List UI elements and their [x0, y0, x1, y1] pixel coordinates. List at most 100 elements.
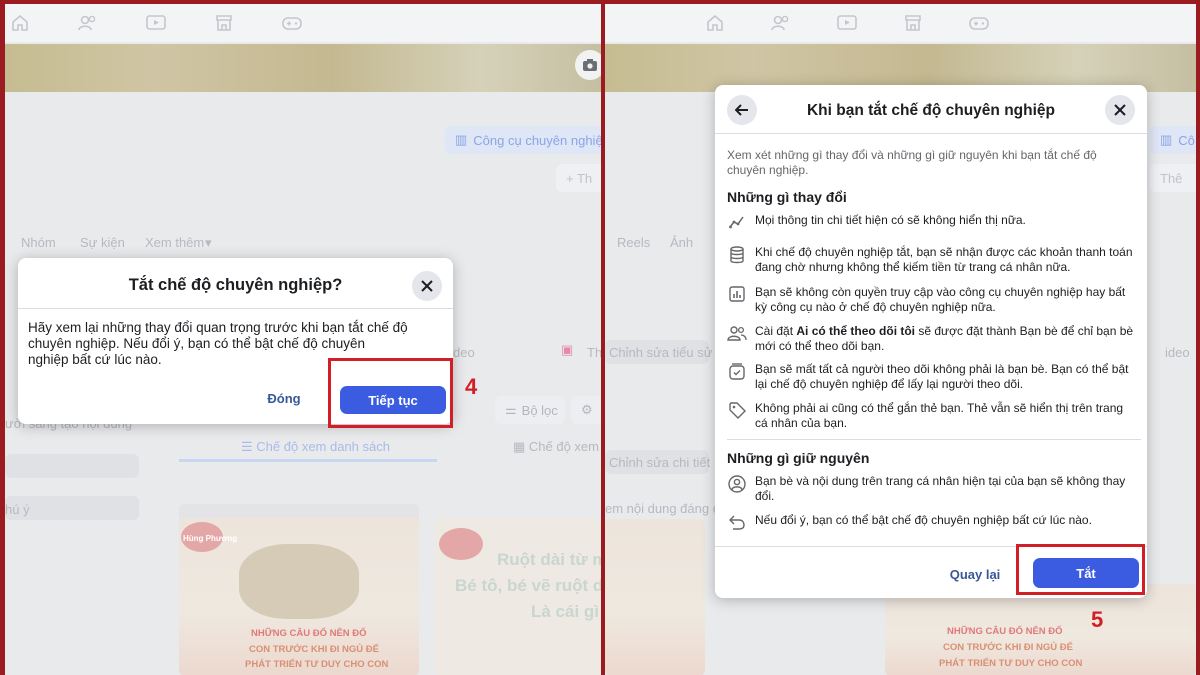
poster-line-1-right: NHỮNG CÂU ĐỐ NÊN ĐỐ — [947, 626, 1063, 637]
edit-details-label: Chỉnh sửa chi tiết — [609, 455, 711, 470]
content-text: em nội dung đáng ch — [605, 501, 727, 516]
list-view-label: Chế độ xem danh sách — [256, 439, 390, 454]
dialog-title-right: Khi bạn tắt chế độ chuyên nghiệp — [806, 102, 1055, 119]
insights-icon — [727, 213, 747, 230]
close-text-button[interactable]: Đóng — [254, 386, 314, 410]
dialog-divider-right — [715, 133, 1147, 134]
chevron-down-icon: ▾ — [205, 235, 212, 250]
change-item-lose-followers: Bạn sẽ mất tất cả người theo dõi không p… — [727, 362, 1137, 392]
reels-partial: Th — [587, 345, 601, 360]
close-icon — [421, 280, 433, 292]
camera-icon[interactable] — [575, 50, 601, 80]
same-text-1: Bạn bè và nội dung trên trang cá nhân hi… — [755, 474, 1126, 503]
video-icon[interactable] — [145, 12, 167, 34]
dialog-divider — [18, 308, 453, 309]
same-item-undo: Nếu đổi ý, bạn có thể bật chế độ chuyên … — [727, 513, 1137, 530]
gaming-icon[interactable] — [281, 12, 303, 34]
list-icon: ☰ — [241, 439, 257, 454]
poster-line-2: CON TRƯỚC KHI ĐI NGỦ ĐỂ — [249, 644, 379, 655]
filter-label: Bộ lọc — [521, 402, 558, 418]
insights-pill-icon-right: ▥ — [1160, 132, 1173, 147]
change-text-1: Mọi thông tin chi tiết hiện có sẽ không … — [755, 213, 1026, 227]
coins-icon — [727, 245, 747, 275]
change-text-4: Cài đặt Ai có thể theo dõi tôi sẽ được đ… — [755, 324, 1137, 354]
friends-icon-right[interactable] — [770, 12, 792, 34]
pro-tools-pill-right[interactable]: ▥ Cô — [1150, 126, 1196, 154]
change-item-tagging: Không phải ai cũng có thể gắn thẻ bạn. T… — [727, 401, 1137, 431]
list-view-tab[interactable]: ☰ Chế độ xem danh sách — [241, 439, 390, 455]
change-text-4-pre: Cài đặt — [755, 324, 797, 338]
close-button[interactable] — [412, 271, 442, 301]
bar-chart-icon — [727, 285, 747, 315]
tab-reels[interactable]: Reels — [617, 235, 650, 250]
video-label: deo — [453, 345, 475, 360]
pro-tools-label-right: Cô — [1178, 132, 1195, 148]
close-button-right[interactable] — [1105, 95, 1135, 125]
post-image-2: Ruột dài từ mũi c Bé tô, bé vẽ ruột dà L… — [435, 518, 601, 675]
same-text-2: Nếu đổi ý, bạn có thể bật chế độ chuyên … — [755, 513, 1092, 527]
people-icon — [727, 324, 747, 354]
add-pill[interactable]: + Th — [556, 164, 601, 192]
change-text-6: Không phải ai cũng có thể gắn thẻ bạn. T… — [755, 401, 1124, 430]
edit-bio-label: Chỉnh sửa tiểu sử — [609, 345, 713, 360]
marketplace-icon[interactable] — [213, 12, 235, 34]
video-icon-right[interactable] — [836, 12, 858, 34]
back-text-button[interactable]: Quay lại — [940, 562, 1010, 586]
highlight-box-turn-off — [1016, 544, 1145, 595]
tab-photos[interactable]: Ảnh — [670, 235, 693, 250]
marketplace-icon-right[interactable] — [902, 12, 924, 34]
poster2-line-3: Là cái gì — [531, 602, 600, 621]
filter-icon: ⚌ — [505, 402, 517, 417]
post-image-1: Hùng Phương NHỮNG CÂU ĐỐ NÊN ĐỐ CON TRƯỚ… — [179, 504, 419, 675]
changes-section-title: Những gì thay đổi — [727, 189, 847, 205]
change-item-followers-setting: Cài đặt Ai có thể theo dõi tôi sẽ được đ… — [727, 324, 1137, 354]
tag-icon — [727, 401, 747, 431]
top-navbar — [5, 4, 601, 42]
who-can-follow-me: Ai có thể theo dõi tôi — [796, 324, 916, 338]
sidebar-block-1 — [5, 454, 139, 478]
tab-groups[interactable]: Nhóm — [21, 235, 56, 250]
post-image-right-1 — [605, 519, 705, 675]
step-number-4: 4 — [465, 374, 478, 399]
pro-tools-label: Công cụ chuyên nghiệp — [473, 132, 601, 148]
pro-tools-pill[interactable]: ▥ Công cụ chuyên nghiệp — [445, 126, 601, 154]
reels-icon: ▣ — [561, 342, 574, 357]
same-section-title: Những gì giữ nguyên — [727, 450, 870, 466]
highlight-box-continue — [328, 358, 453, 428]
same-item-profile: Bạn bè và nội dung trên trang cá nhân hi… — [727, 474, 1137, 504]
section-divider — [727, 439, 1141, 440]
tab-events[interactable]: Sự kiện — [80, 235, 125, 250]
dialog-title: Tắt chế độ chuyên nghiệp? — [128, 276, 343, 294]
cover-photo — [5, 44, 601, 92]
change-text-5: Bạn sẽ mất tất cả người theo dõi không p… — [755, 362, 1129, 391]
active-tab-underline — [179, 459, 437, 462]
tab-more[interactable]: Xem thêm — [145, 235, 204, 250]
poster-line-3-right: PHÁT TRIỂN TƯ DUY CHO CON — [939, 658, 1083, 669]
video-label-right: ideo — [1165, 345, 1190, 360]
change-text-2: Khi chế độ chuyên nghiệp tắt, bạn sẽ nhậ… — [755, 245, 1133, 274]
change-item-insights: Mọi thông tin chi tiết hiện có sẽ không … — [727, 213, 1137, 230]
top-navbar-right — [605, 4, 1196, 42]
gaming-icon-right[interactable] — [968, 12, 990, 34]
add-label-right: Thê — [1160, 170, 1183, 186]
pro-mode-changes-dialog: Khi bạn tắt chế độ chuyên nghiệp Xem xét… — [715, 85, 1147, 598]
notice-partial: hú ý — [5, 502, 30, 517]
insights-pill-icon: ▥ — [455, 132, 468, 147]
undo-icon — [727, 513, 747, 530]
followers-icon — [727, 362, 747, 392]
poster2-line-1: Ruột dài từ mũi c — [497, 550, 601, 569]
home-icon-right[interactable] — [704, 12, 726, 34]
poster-line-1: NHỮNG CÂU ĐỐ NÊN ĐỐ — [251, 628, 367, 639]
filter-button[interactable]: ⚌ Bộ lọc — [495, 396, 565, 424]
grid-view-tab[interactable]: ▦ Chế độ xem — [513, 439, 599, 455]
add-pill-right[interactable]: Thê — [1150, 164, 1196, 192]
home-icon[interactable] — [9, 12, 31, 34]
change-item-tools: Bạn sẽ không còn quyền truy cập vào công… — [727, 285, 1137, 315]
left-screenshot-panel: ▥ Công cụ chuyên nghiệp + Th Nhóm Sự kiệ… — [5, 4, 601, 675]
plus-icon: + Th — [566, 170, 593, 186]
close-icon-right — [1114, 104, 1126, 116]
settings-gear-icon[interactable]: ⚙ — [571, 396, 601, 424]
friends-icon[interactable] — [77, 12, 99, 34]
poster-line-3: PHÁT TRIỂN TƯ DUY CHO CON — [245, 659, 389, 670]
profile-icon — [727, 474, 747, 504]
